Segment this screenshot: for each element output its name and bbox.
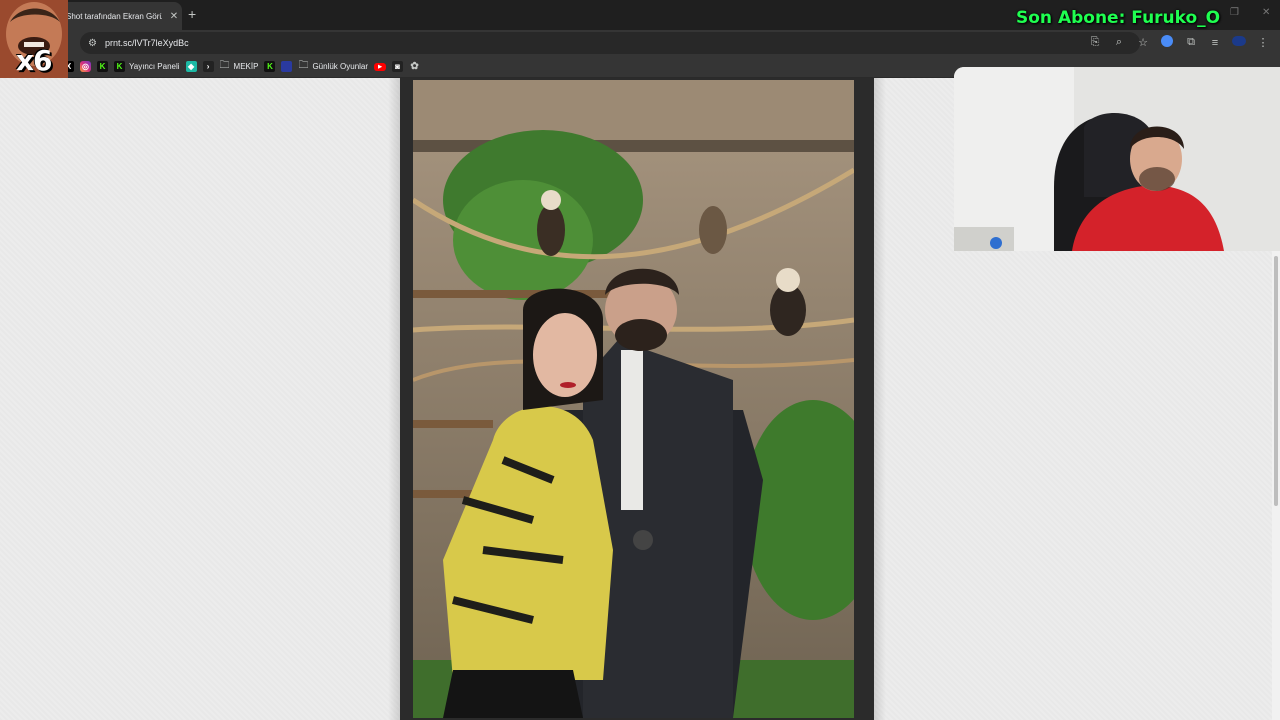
right-shadow — [874, 78, 886, 720]
tab-title: Shot tarafından Ekran Görü — [66, 11, 162, 21]
folder-icon: 🗀 — [219, 60, 230, 71]
kick-icon: K — [264, 61, 276, 72]
kick-icon: K — [114, 61, 125, 72]
kick-icon: K — [97, 61, 108, 72]
zoo-couple-photo — [413, 80, 854, 718]
extensions-puzzle-icon[interactable]: ⧉ — [1184, 36, 1198, 49]
webcam-overlay — [954, 67, 1280, 251]
bookmark-folder-mekip[interactable]: 🗀 MEKİP — [220, 58, 259, 75]
close-window-icon[interactable]: ✕ — [1262, 7, 1270, 18]
media-control-icon[interactable]: ≡ — [1208, 37, 1222, 49]
arrow-icon: › — [202, 61, 214, 72]
profile-icon[interactable] — [1232, 36, 1246, 49]
bookmark-label: Günlük Oyunlar — [312, 62, 369, 71]
site-info-icon[interactable]: ⚙ — [88, 38, 97, 49]
last-subscriber-text: Son Abone: Furuko_O — [1016, 8, 1221, 28]
bookmark-folder-gunluk[interactable]: 🗀 Günlük Oyunlar — [298, 58, 368, 75]
address-bar[interactable]: ⚙ prnt.sc/lVTr7leXydBc — [80, 32, 1140, 54]
page-scrollbar[interactable] — [1272, 250, 1280, 720]
openai-icon: ✿ — [410, 61, 419, 72]
blue-app-icon — [281, 61, 293, 72]
bookmark-kick[interactable]: K — [97, 61, 108, 72]
bookmark-youtube[interactable]: ▶ — [374, 62, 387, 71]
zoom-icon[interactable]: ⌕ — [1112, 36, 1126, 49]
bookmark-arrow[interactable]: › — [202, 61, 214, 72]
browser-toolbar: ⚙ prnt.sc/lVTr7leXydBc ⎘ ⌕ ☆ ⧉ ≡ ⋮ — [0, 30, 1280, 56]
bookmark-label: MEKİP — [233, 62, 259, 71]
screenshot-image[interactable] — [413, 80, 854, 718]
game-icon: ◙ — [392, 61, 404, 72]
bookmark-blue[interactable] — [281, 61, 293, 72]
bookmark-star-icon[interactable]: ☆ — [1136, 36, 1150, 49]
bookmark-game[interactable]: ◙ — [392, 61, 404, 72]
menu-kebab-icon[interactable]: ⋮ — [1256, 36, 1270, 49]
scrollbar-thumb[interactable] — [1274, 256, 1278, 506]
instagram-icon: ◎ — [80, 61, 91, 72]
install-app-icon[interactable]: ⎘ — [1088, 36, 1102, 49]
folder-icon: 🗀 — [298, 60, 309, 71]
bookmark-label: Yayıncı Paneli — [129, 62, 180, 71]
url-text: prnt.sc/lVTr7leXydBc — [104, 38, 189, 48]
bookmark-yayinci-paneli[interactable]: K Yayıncı Paneli — [114, 61, 180, 72]
youtube-icon: ▶ — [374, 62, 387, 71]
restore-window-icon[interactable]: ❐ — [1230, 7, 1239, 18]
streamer-emote-overlay: x6 — [0, 0, 68, 78]
webcam-feed — [954, 67, 1280, 251]
browser-tab[interactable]: Shot tarafından Ekran Görü ✕ — [60, 2, 182, 30]
extension-blue-icon[interactable] — [1160, 35, 1174, 50]
new-tab-button[interactable]: + — [188, 6, 196, 22]
toolbar-icons: ⎘ ⌕ ☆ ⧉ ≡ ⋮ — [1088, 35, 1270, 50]
teal-app-icon: ◆ — [185, 61, 197, 72]
left-shadow — [388, 78, 400, 720]
tab-close-icon[interactable]: ✕ — [168, 11, 180, 22]
bookmark-teal-app[interactable]: ◆ — [185, 61, 197, 72]
bookmark-instagram[interactable]: ◎ — [80, 61, 91, 72]
bookmark-openai[interactable]: ✿ — [409, 61, 420, 72]
multiplier-text: x6 — [16, 44, 53, 77]
bookmark-kick-2[interactable]: K — [264, 61, 276, 72]
